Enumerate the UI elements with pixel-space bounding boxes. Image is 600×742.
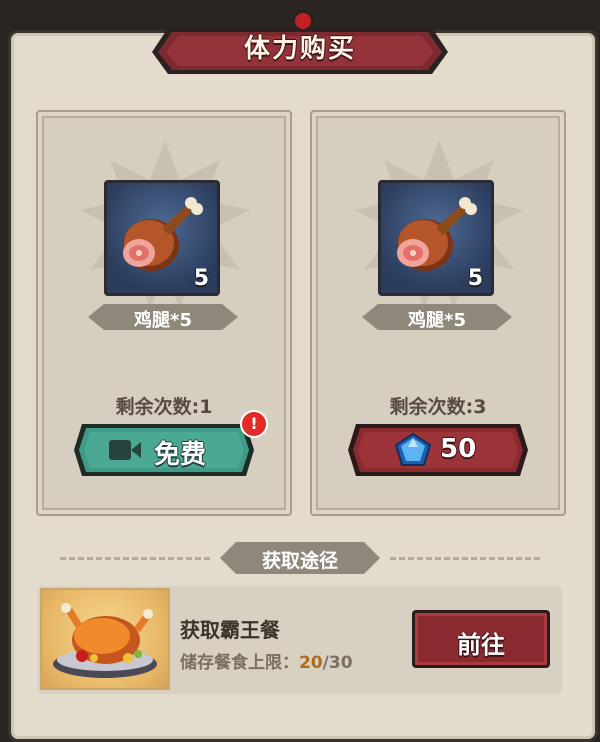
acquire-source-row: 获取霸王餐 储存餐食上限：20/30 前往 xyxy=(38,586,562,694)
item-name-ribbon: 鸡腿*5 xyxy=(362,302,512,332)
item-slot[interactable]: 5 xyxy=(378,180,494,296)
section-plate: 获取途径 xyxy=(220,540,380,576)
offer-card-diamond: 5 鸡腿*5 剩余次数:3 50 xyxy=(310,110,566,516)
section-title: 获取途径 xyxy=(261,550,338,572)
go-button[interactable]: 前往 xyxy=(412,610,550,668)
remaining-value: 1 xyxy=(199,396,213,418)
source-title: 获取霸王餐 xyxy=(180,618,280,642)
diamond-icon xyxy=(394,433,432,466)
go-button-label: 前往 xyxy=(457,631,505,659)
video-icon xyxy=(109,440,141,460)
diamond-purchase-button[interactable]: 50 xyxy=(348,422,528,478)
storage-max: 30 xyxy=(328,653,353,673)
item-name-ribbon: 鸡腿*5 xyxy=(88,302,238,332)
offer-card-free: 5 鸡腿*5 剩余次数:1 免费 ! xyxy=(36,110,292,516)
item-count: 5 xyxy=(193,266,209,291)
item-slot[interactable]: 5 xyxy=(104,180,220,296)
remaining-label: 剩余次数: xyxy=(115,396,200,418)
free-claim-button[interactable]: 免费 xyxy=(74,422,254,478)
free-button-label: 免费 xyxy=(154,440,207,470)
remaining-count: 剩余次数:3 xyxy=(312,392,564,419)
remaining-value: 3 xyxy=(473,396,487,418)
item-name: 鸡腿*5 xyxy=(408,310,466,331)
title-gem-ornament xyxy=(292,10,314,32)
remaining-label: 剩余次数: xyxy=(389,396,474,418)
item-count: 5 xyxy=(467,266,483,291)
dialog-title: 体力购买 xyxy=(243,34,356,64)
divider-left xyxy=(60,557,210,560)
feast-image xyxy=(40,588,170,690)
roast-chicken-icon xyxy=(53,603,157,678)
price-label: 50 xyxy=(440,434,477,464)
notification-badge: ! xyxy=(240,410,268,438)
storage-limit: 储存餐食上限：20/30 xyxy=(180,648,353,673)
storage-current: 20 xyxy=(299,653,323,673)
storage-label: 储存餐食上限： xyxy=(180,653,299,673)
acquire-section-header: 获取途径 xyxy=(60,540,540,576)
item-name: 鸡腿*5 xyxy=(134,310,192,331)
divider-right xyxy=(390,557,540,560)
